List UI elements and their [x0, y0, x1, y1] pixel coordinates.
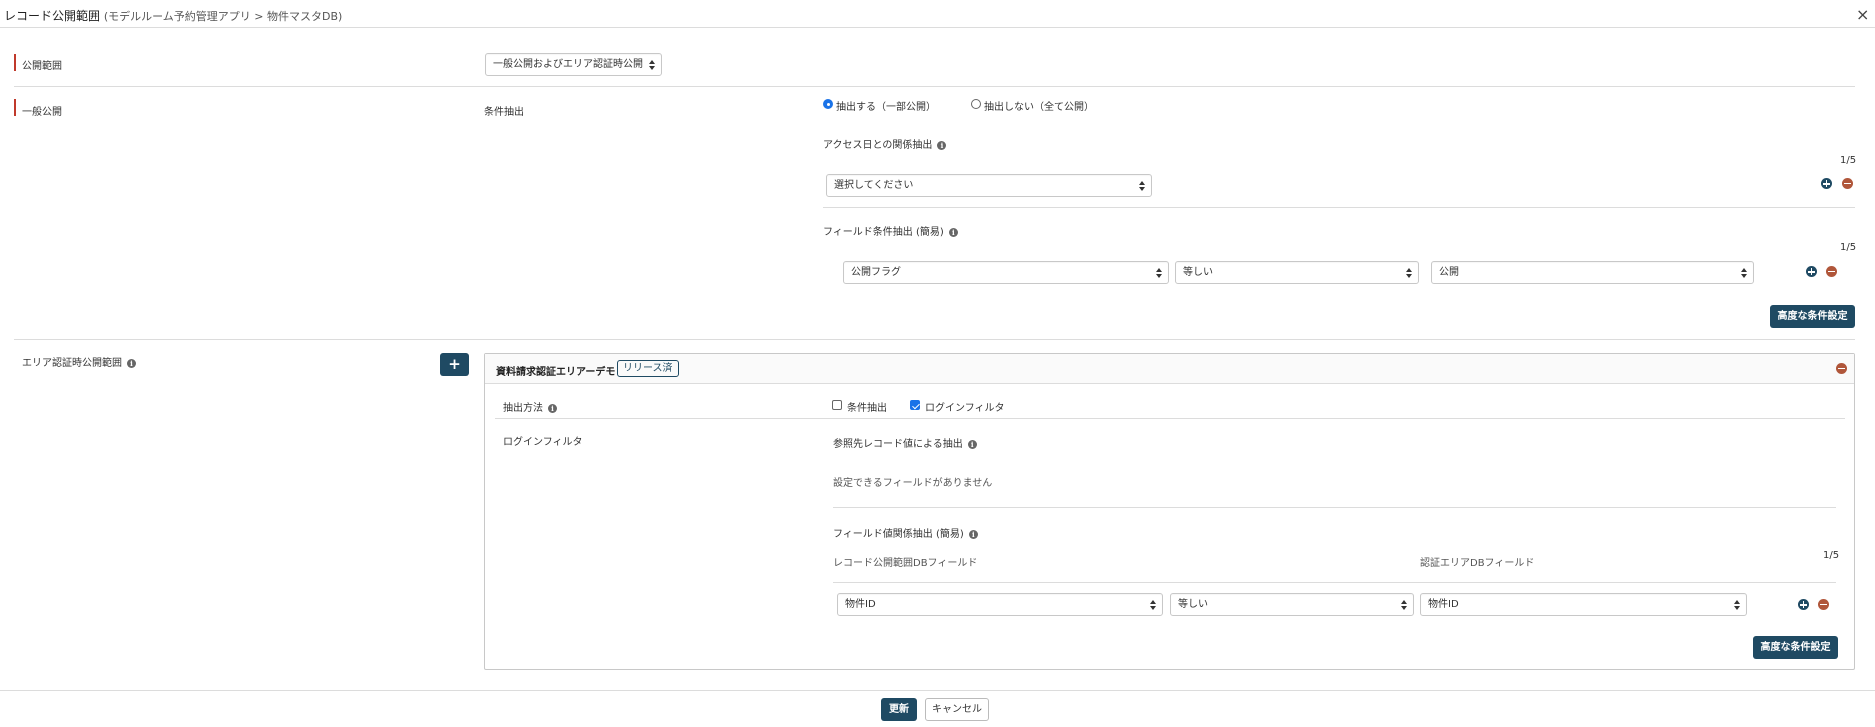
- field-select-value[interactable]: 公開: [1431, 261, 1754, 284]
- scope-marker: [14, 54, 16, 71]
- remove-area-icon[interactable]: [1836, 363, 1847, 374]
- ref-divider: [833, 507, 1836, 508]
- method-label: 抽出方法 i: [503, 399, 557, 414]
- rel-select-left-value: 物件ID: [845, 599, 876, 610]
- checkbox-login-filter-label[interactable]: ログインフィルタ: [925, 399, 1005, 414]
- col-left-header: レコード公開範囲DBフィールド: [833, 558, 978, 569]
- close-icon[interactable]: ×: [1856, 5, 1869, 24]
- general-label: 一般公開: [22, 107, 62, 118]
- condition-label: 条件抽出: [484, 107, 524, 118]
- rel-count: 1/5: [1823, 550, 1840, 561]
- info-icon[interactable]: i: [967, 439, 977, 449]
- field-select-operator-value: 等しい: [1183, 267, 1213, 278]
- select-caret-icon: [1156, 268, 1162, 278]
- field-select-field[interactable]: 公開フラグ: [843, 261, 1169, 284]
- area-panel-header: 資料請求認証エリアーデモ リリース済: [485, 354, 1854, 384]
- field-select-value-value: 公開: [1439, 267, 1459, 278]
- col-right-header: 認証エリアDBフィールド: [1420, 558, 1535, 569]
- release-status-badge: リリース済: [617, 360, 679, 377]
- field-rel-title: フィールド値関係抽出 (簡易) i: [833, 525, 978, 540]
- field-count: 1/5: [1840, 242, 1857, 253]
- info-icon[interactable]: i: [948, 227, 958, 237]
- checkbox-condition[interactable]: [832, 400, 842, 410]
- rel-header-divider: [833, 582, 1836, 583]
- select-caret-icon: [649, 60, 655, 70]
- dialog-title: レコード公開範囲: [4, 9, 101, 23]
- checkbox-login-filter[interactable]: [910, 400, 920, 410]
- no-fields-text: 設定できるフィールドがありません: [833, 478, 993, 489]
- rel-select-operator[interactable]: 等しい: [1170, 593, 1414, 616]
- info-icon[interactable]: i: [127, 358, 136, 368]
- radio-extract-label[interactable]: 抽出する（一部公開）: [836, 98, 936, 113]
- access-date-select[interactable]: 選択してください: [826, 174, 1152, 197]
- method-divider: [495, 418, 1845, 419]
- update-button[interactable]: 更新: [881, 698, 917, 721]
- field-select-field-value: 公開フラグ: [851, 267, 901, 278]
- info-icon[interactable]: i: [968, 529, 978, 539]
- field-cond-title: フィールド条件抽出 (簡易) i: [823, 223, 958, 238]
- general-marker: [14, 99, 16, 116]
- select-caret-icon: [1734, 600, 1740, 610]
- radio-extract[interactable]: [823, 99, 833, 109]
- add-area-button[interactable]: +: [440, 353, 469, 376]
- scope-select[interactable]: 一般公開およびエリア認証時公開: [485, 53, 662, 76]
- field-select-operator[interactable]: 等しい: [1175, 261, 1419, 284]
- remove-access-condition-icon[interactable]: [1842, 178, 1853, 189]
- method-label-text: 抽出方法: [503, 403, 543, 414]
- remove-field-condition-icon[interactable]: [1826, 266, 1837, 277]
- ref-title-text: 参照先レコード値による抽出: [833, 439, 963, 450]
- select-caret-icon: [1401, 600, 1407, 610]
- info-icon[interactable]: i: [937, 140, 947, 150]
- rel-select-operator-value: 等しい: [1178, 599, 1208, 610]
- access-date-title: アクセス日との関係抽出 i: [823, 136, 947, 151]
- area-advanced-condition-button[interactable]: 高度な条件設定: [1753, 636, 1838, 659]
- dialog-header: レコード公開範囲 (モデルルーム予約管理アプリ > 物件マスタDB) ×: [0, 0, 1875, 28]
- add-rel-condition-icon[interactable]: [1798, 599, 1809, 610]
- dialog-subtitle: (モデルルーム予約管理アプリ > 物件マスタDB): [103, 10, 343, 23]
- ref-title: 参照先レコード値による抽出 i: [833, 435, 977, 450]
- field-cond-title-text: フィールド条件抽出 (簡易): [823, 227, 944, 238]
- select-caret-icon: [1150, 600, 1156, 610]
- scope-select-value: 一般公開およびエリア認証時公開: [493, 59, 643, 70]
- dialog-title-wrap: レコード公開範囲 (モデルルーム予約管理アプリ > 物件マスタDB): [4, 7, 342, 24]
- access-date-select-value: 選択してください: [834, 180, 914, 191]
- access-count: 1/5: [1840, 155, 1857, 166]
- access-date-title-text: アクセス日との関係抽出: [823, 140, 933, 151]
- area-panel-title: 資料請求認証エリアーデモ: [496, 367, 616, 378]
- add-access-condition-icon[interactable]: [1821, 178, 1832, 189]
- field-rel-title-text: フィールド値関係抽出 (簡易): [833, 529, 964, 540]
- checkbox-condition-label[interactable]: 条件抽出: [847, 399, 887, 414]
- scope-divider: [14, 86, 1855, 87]
- rel-select-left[interactable]: 物件ID: [837, 593, 1163, 616]
- select-caret-icon: [1406, 268, 1412, 278]
- advanced-condition-button[interactable]: 高度な条件設定: [1770, 305, 1855, 328]
- area-label-text: エリア認証時公開範囲: [22, 358, 122, 369]
- cancel-button[interactable]: キャンセル: [925, 698, 989, 721]
- select-caret-icon: [1139, 181, 1145, 191]
- login-filter-label: ログインフィルタ: [503, 437, 583, 448]
- rel-select-right[interactable]: 物件ID: [1420, 593, 1747, 616]
- general-divider: [14, 339, 1855, 340]
- rel-select-right-value: 物件ID: [1428, 599, 1459, 610]
- area-label: エリア認証時公開範囲 i: [22, 354, 136, 369]
- header-divider: [0, 27, 1875, 28]
- area-panel: 資料請求認証エリアーデモ リリース済 抽出方法 i 条件抽出 ログインフィルタ ロ…: [484, 353, 1855, 670]
- radio-no-extract-label[interactable]: 抽出しない（全て公開）: [984, 98, 1094, 113]
- access-divider: [823, 207, 1855, 208]
- select-caret-icon: [1741, 268, 1747, 278]
- scope-label: 公開範囲: [22, 61, 62, 72]
- footer-divider: [0, 690, 1875, 691]
- info-icon[interactable]: i: [548, 403, 557, 413]
- add-field-condition-icon[interactable]: [1806, 266, 1817, 277]
- remove-rel-condition-icon[interactable]: [1818, 599, 1829, 610]
- radio-no-extract[interactable]: [971, 99, 981, 109]
